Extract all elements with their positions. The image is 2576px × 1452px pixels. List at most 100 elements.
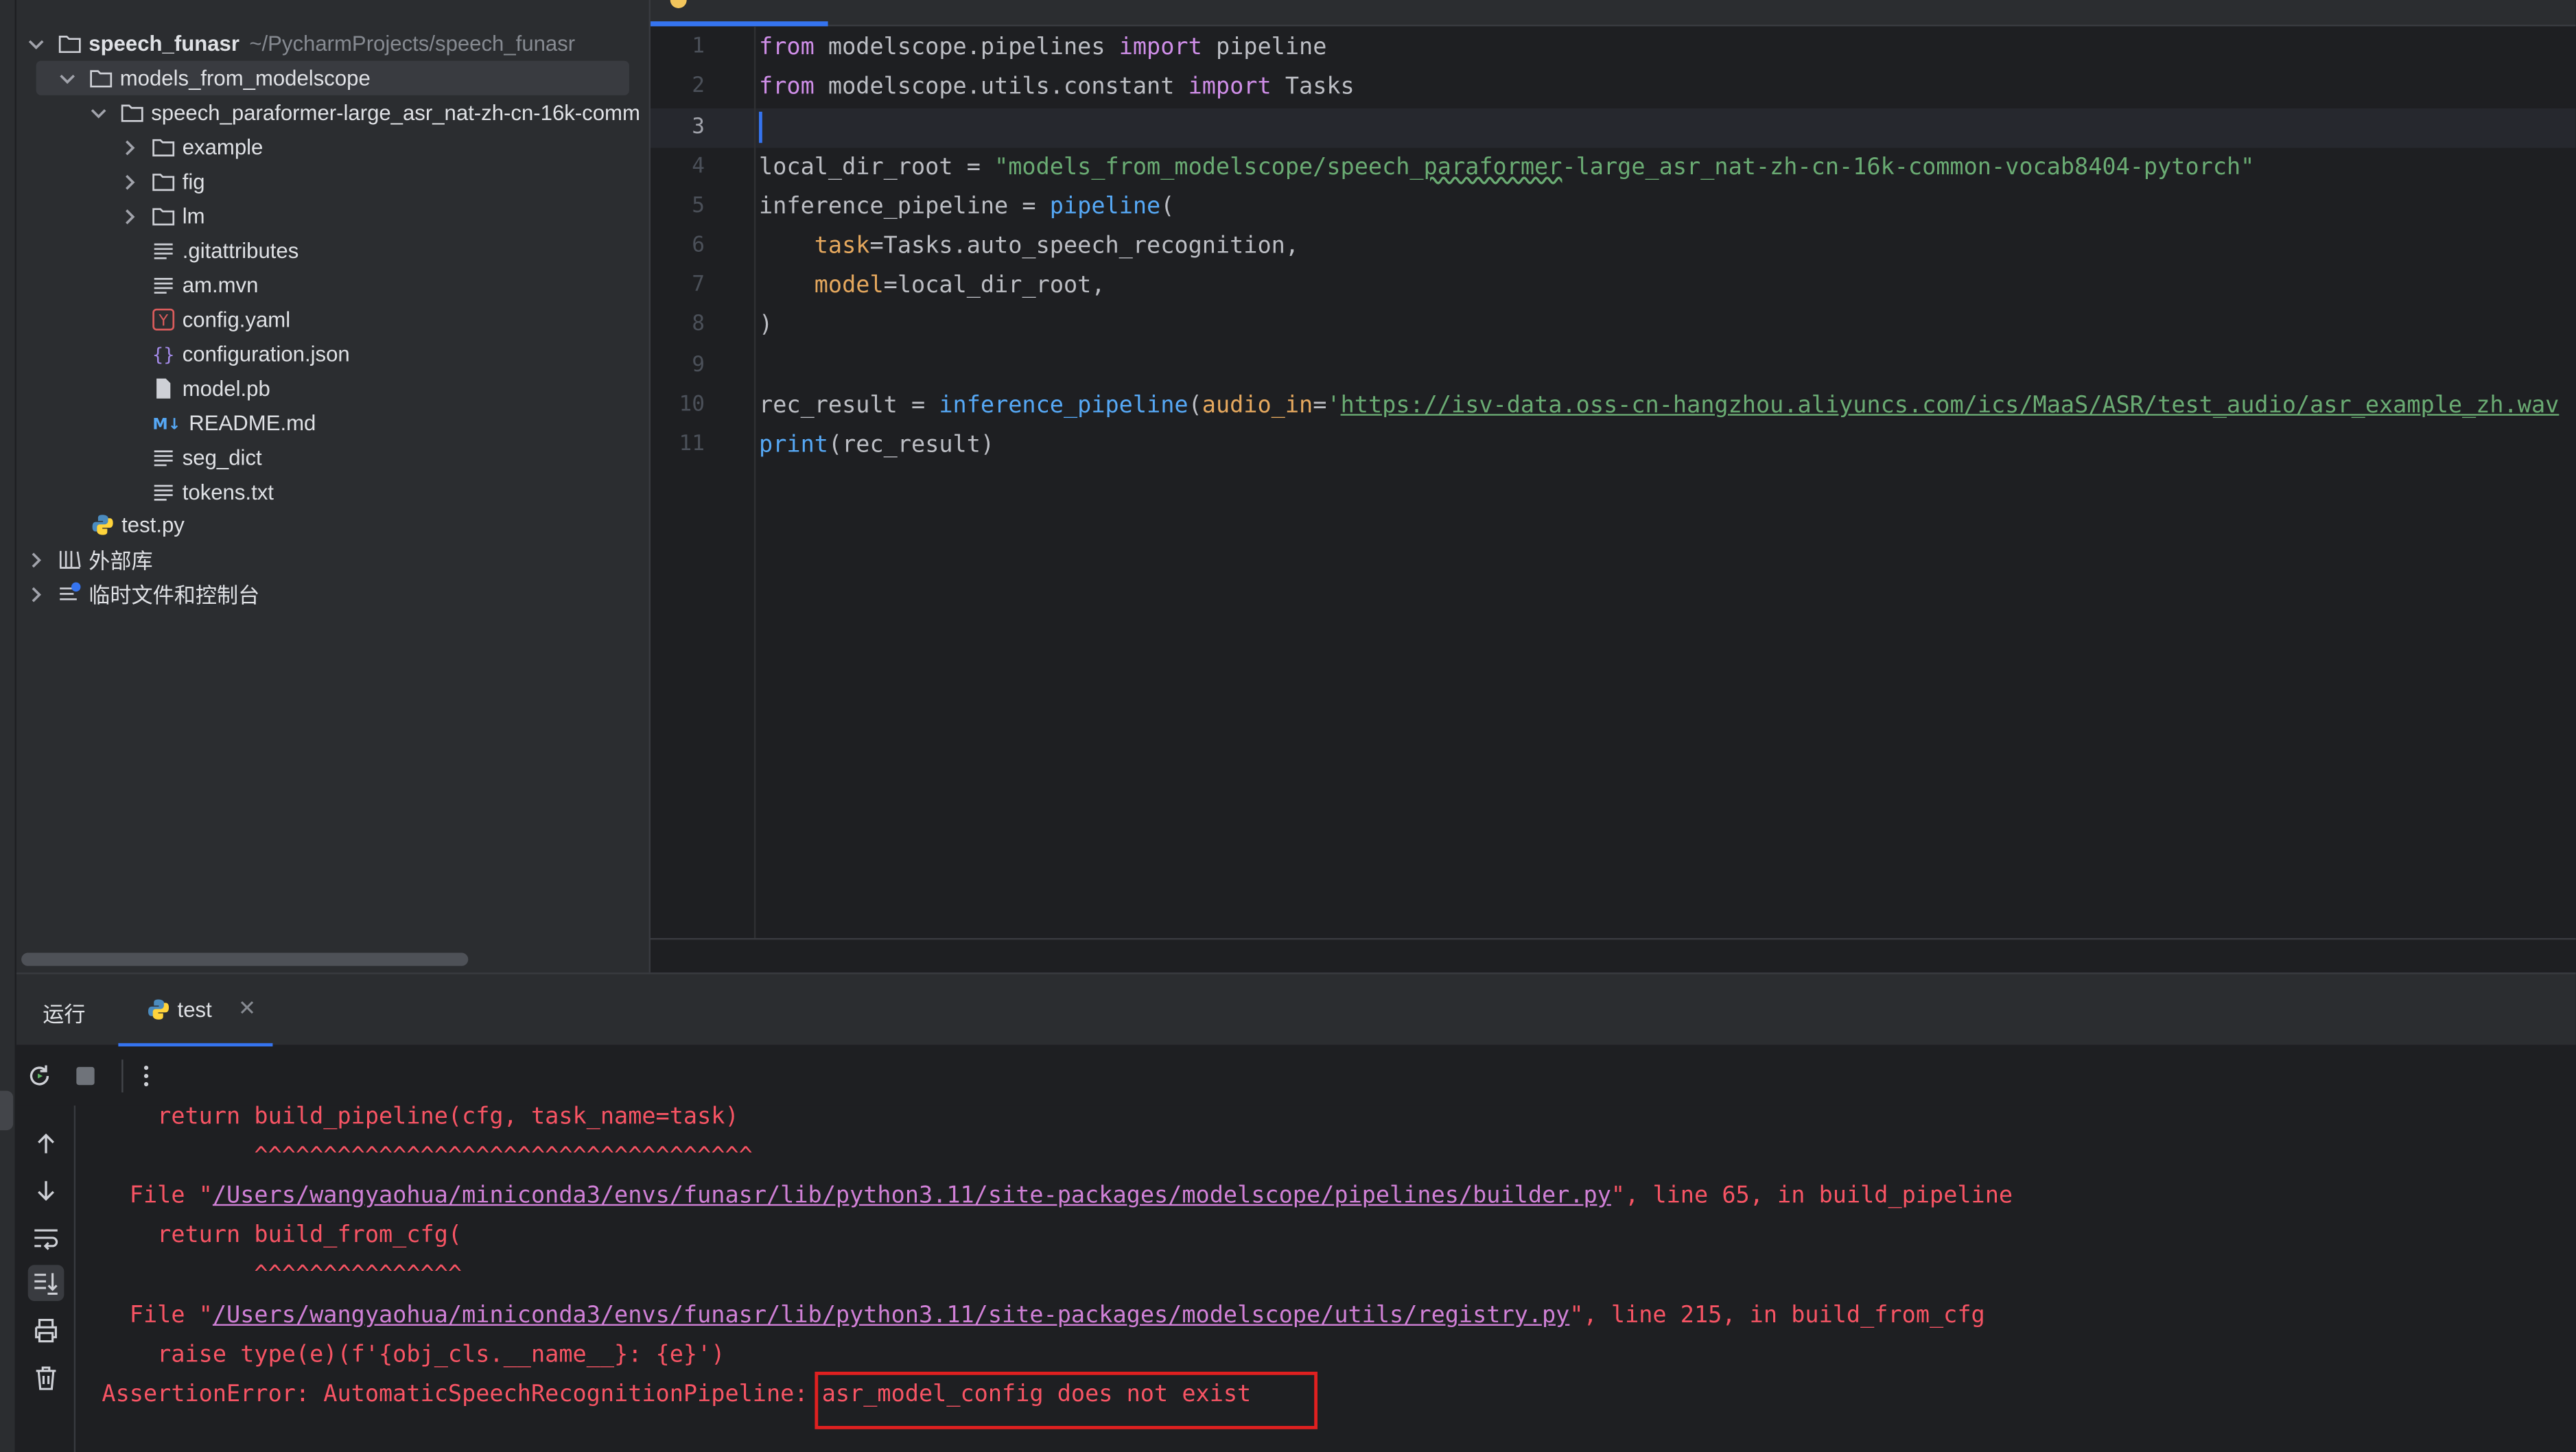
chevron-right-icon[interactable] bbox=[120, 137, 140, 157]
run-tab-test[interactable]: test ✕ bbox=[118, 974, 273, 1049]
python-file-icon bbox=[670, 0, 687, 8]
console-line: return build_from_cfg( bbox=[102, 1222, 462, 1249]
current-line-highlight bbox=[651, 108, 2576, 148]
console-line: File "/Users/wangyaohua/miniconda3/envs/… bbox=[102, 1182, 2013, 1209]
audio-url-link[interactable]: https://isv-data.oss-cn-hangzhou.aliyunc… bbox=[1341, 393, 2560, 419]
console-line: raise type(e)(f'{obj_cls.__name__}: {e}'… bbox=[102, 1342, 725, 1369]
chevron-right-icon[interactable] bbox=[120, 172, 140, 191]
code-line-1[interactable]: from modelscope.pipelines import pipelin… bbox=[759, 28, 1326, 67]
chevron-down-icon[interactable] bbox=[26, 34, 46, 54]
line-number: 8 bbox=[692, 312, 705, 337]
rerun-button[interactable] bbox=[23, 1059, 56, 1092]
svg-text:M↓: M↓ bbox=[152, 415, 180, 433]
toolbar-separator bbox=[121, 1059, 124, 1093]
tree-item-paraformer-folder[interactable]: speech_paraformer-large_asr_nat-zh-cn-16… bbox=[16, 95, 649, 130]
arrow-down-icon bbox=[38, 1181, 54, 1201]
editor-tab-bar bbox=[651, 0, 2576, 27]
soft-wrap-button[interactable] bbox=[28, 1221, 65, 1257]
folder-icon bbox=[56, 30, 82, 56]
code-line-10[interactable]: rec_result = inference_pipeline(audio_in… bbox=[759, 386, 2559, 425]
tree-item-models-folder[interactable]: models_from_modelscope bbox=[16, 60, 649, 95]
console-output[interactable]: return build_pipeline(cfg, task_name=tas… bbox=[75, 1105, 2576, 1452]
tree-item-scratches[interactable]: 临时文件和控制台 bbox=[16, 576, 649, 611]
code-line-8[interactable]: ) bbox=[759, 305, 773, 344]
chevron-down-icon[interactable] bbox=[89, 103, 108, 123]
tree-item-label: .gitattributes bbox=[182, 238, 299, 264]
close-icon[interactable]: ✕ bbox=[238, 996, 256, 1022]
tree-item-label: example bbox=[182, 134, 264, 160]
stop-icon bbox=[76, 1066, 95, 1086]
clear-console-button[interactable] bbox=[28, 1360, 65, 1396]
line-number: 6 bbox=[692, 233, 705, 258]
printer-icon bbox=[35, 1319, 57, 1343]
arrow-up-icon bbox=[38, 1133, 54, 1154]
tree-item-gitattributes[interactable]: .gitattributes bbox=[16, 233, 649, 268]
line-number: 10 bbox=[679, 393, 705, 418]
tree-item-am-mvn[interactable]: am.mvn bbox=[16, 268, 649, 302]
tree-item-tokens-txt[interactable]: tokens.txt bbox=[16, 475, 649, 509]
stop-button[interactable] bbox=[69, 1059, 102, 1092]
tree-item-seg-dict[interactable]: seg_dict bbox=[16, 441, 649, 475]
soft-wrap-icon bbox=[34, 1229, 58, 1250]
line-number: 7 bbox=[692, 272, 705, 298]
code-line-7[interactable]: model=local_dir_root, bbox=[759, 266, 1105, 305]
svg-text:{}: {} bbox=[152, 344, 174, 366]
tree-item-label: test.py bbox=[121, 512, 185, 537]
tree-item-config-yaml[interactable]: Y config.yaml bbox=[16, 302, 649, 336]
tree-item-test-py[interactable]: test.py bbox=[16, 508, 649, 542]
tree-item-fig-folder[interactable]: fig bbox=[16, 164, 649, 198]
tree-root[interactable]: speech_funasr ~/PycharmProjects/speech_f… bbox=[16, 26, 649, 60]
code-editor[interactable]: 1 2 3 4 5 6 7 8 9 10 11 from modelscope.… bbox=[651, 0, 2576, 940]
folder-icon bbox=[150, 203, 176, 229]
code-line-4[interactable]: local_dir_root = "models_from_modelscope… bbox=[759, 148, 2254, 187]
tree-item-example-folder[interactable]: example bbox=[16, 130, 649, 164]
editor-tab-test-py[interactable] bbox=[651, 0, 828, 27]
folder-icon bbox=[87, 65, 113, 91]
more-options-button[interactable] bbox=[130, 1059, 163, 1092]
tree-item-label: README.md bbox=[189, 410, 316, 436]
chevron-right-icon[interactable] bbox=[120, 206, 140, 226]
scroll-to-end-icon bbox=[34, 1273, 58, 1295]
svg-text:Y: Y bbox=[157, 312, 167, 330]
tree-item-label: 外部库 bbox=[89, 548, 153, 574]
code-line-11[interactable]: print(rec_result) bbox=[759, 425, 994, 465]
text-file-icon bbox=[150, 445, 176, 471]
line-number: 9 bbox=[692, 353, 705, 378]
tree-item-model-pb[interactable]: model.pb bbox=[16, 371, 649, 406]
line-number: 11 bbox=[679, 432, 705, 457]
code-line-2[interactable]: from modelscope.utils.constant import Ta… bbox=[759, 67, 1355, 106]
file-icon bbox=[150, 375, 176, 401]
code-line-5[interactable]: inference_pipeline = pipeline( bbox=[759, 187, 1174, 226]
run-panel-title: 运行 bbox=[43, 1002, 86, 1027]
tree-item-label: fig bbox=[182, 169, 205, 194]
text-file-icon bbox=[150, 237, 176, 264]
console-line: File "/Users/wangyaohua/miniconda3/envs/… bbox=[102, 1302, 1985, 1329]
print-button[interactable] bbox=[28, 1313, 65, 1349]
chevron-right-icon[interactable] bbox=[26, 550, 46, 570]
tree-item-external-libraries[interactable]: 外部库 bbox=[16, 542, 649, 576]
project-panel-scrollbar[interactable] bbox=[21, 952, 469, 966]
code-line-6[interactable]: task=Tasks.auto_speech_recognition, bbox=[759, 226, 1299, 266]
text-caret bbox=[759, 111, 762, 143]
editor-status-strip bbox=[651, 937, 2576, 973]
builder-py-link[interactable]: /Users/wangyaohua/miniconda3/envs/funasr… bbox=[213, 1183, 1611, 1209]
run-side-toolbar bbox=[16, 1105, 76, 1452]
scroll-to-end-button[interactable] bbox=[27, 1265, 65, 1302]
dock-handle[interactable] bbox=[0, 1090, 14, 1131]
tree-item-label: 临时文件和控制台 bbox=[89, 583, 260, 608]
line-number: 3 bbox=[692, 115, 705, 140]
chevron-right-icon[interactable] bbox=[26, 584, 46, 604]
tree-item-lm-folder[interactable]: lm bbox=[16, 199, 649, 233]
tree-item-configuration-json[interactable]: {} configuration.json bbox=[16, 337, 649, 371]
scroll-up-button[interactable] bbox=[28, 1125, 65, 1162]
left-tool-strip bbox=[0, 0, 16, 1452]
tree-item-readme[interactable]: M↓ README.md bbox=[16, 406, 649, 440]
folder-icon bbox=[118, 99, 144, 126]
registry-py-link[interactable]: /Users/wangyaohua/miniconda3/envs/funasr… bbox=[213, 1302, 1569, 1328]
ide-window: speech_funasr ~/PycharmProjects/speech_f… bbox=[0, 0, 2576, 1452]
library-icon bbox=[56, 546, 82, 572]
chevron-down-icon[interactable] bbox=[58, 68, 78, 88]
run-tab-label: test bbox=[177, 996, 212, 1021]
scroll-down-button[interactable] bbox=[28, 1173, 65, 1209]
line-number: 5 bbox=[692, 194, 705, 219]
